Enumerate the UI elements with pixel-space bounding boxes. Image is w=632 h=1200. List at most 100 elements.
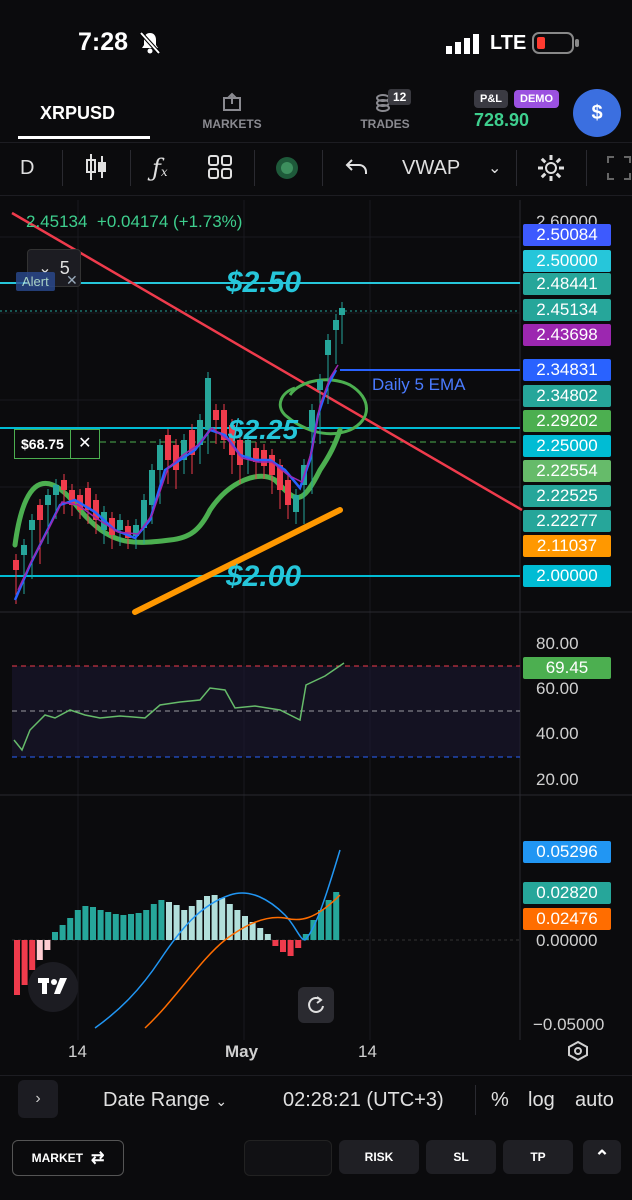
price-level-label: 2.43698 xyxy=(523,324,611,346)
silent-bell-icon xyxy=(138,30,162,61)
trades-label: TRADES xyxy=(360,117,410,131)
macd-histogram-bar xyxy=(105,912,112,940)
annotation-level-200: $2.00 xyxy=(226,560,302,593)
macd-histogram-bar xyxy=(67,918,74,940)
candle-body xyxy=(13,560,19,570)
undo-icon[interactable] xyxy=(344,156,370,184)
position-close-icon[interactable]: ✕ xyxy=(69,430,99,458)
price-level-label: 2.50000 xyxy=(523,250,611,272)
percent-toggle[interactable]: % xyxy=(491,1089,509,1112)
signal-icon xyxy=(446,34,480,59)
time-axis-settings-icon[interactable] xyxy=(566,1040,590,1067)
candle-body xyxy=(339,308,345,315)
price-level-label: 2.50084 xyxy=(523,224,611,246)
deposit-button[interactable]: $ xyxy=(573,89,621,137)
pnl-pill[interactable]: P&L xyxy=(474,90,508,108)
settings-gear-icon[interactable] xyxy=(536,153,566,189)
macd-histogram-bar xyxy=(150,904,157,940)
macd-histogram-bar xyxy=(90,907,96,940)
candle-body xyxy=(293,495,299,512)
layouts-icon[interactable] xyxy=(207,154,233,186)
chevron-up-icon[interactable]: ⌃ xyxy=(583,1140,621,1174)
macd-zero-tick: 0.00000 xyxy=(536,931,598,950)
macd-histogram-bar xyxy=(287,940,294,956)
stop-loss-button[interactable]: SL xyxy=(426,1140,496,1174)
candle-body xyxy=(149,470,155,505)
macd-histogram-bar xyxy=(21,940,28,985)
chevron-down-icon[interactable]: ⌄ xyxy=(488,158,501,178)
annotation-ema-note: Daily 5 EMA xyxy=(372,375,466,394)
macd-histogram-bar xyxy=(135,913,142,940)
status-time: 7:28 xyxy=(78,28,129,56)
price-level-label: 2.22277 xyxy=(523,510,611,532)
price-level-label: 2.11037 xyxy=(523,535,611,557)
macd-histogram-bar xyxy=(128,914,134,940)
markets-icon xyxy=(223,92,241,111)
replay-dot-icon[interactable] xyxy=(275,156,299,186)
macd-histogram-bar xyxy=(295,940,302,948)
demo-pill: DEMO xyxy=(514,90,559,108)
position-pnl: $68.75 xyxy=(21,436,64,452)
market-order-button[interactable]: MARKET ⇄ xyxy=(12,1140,124,1176)
price-level-label: 2.45134 xyxy=(523,299,611,321)
candle-body xyxy=(61,480,67,490)
macd-histogram-bar xyxy=(82,906,89,940)
date-range-button[interactable]: Date Range ⌄ xyxy=(103,1089,227,1112)
macd-histogram-bar xyxy=(112,914,119,940)
position-label[interactable]: $68.75 ✕ xyxy=(14,429,100,459)
take-profit-button[interactable]: TP xyxy=(503,1140,573,1174)
candle-body xyxy=(45,495,51,505)
alert-label[interactable]: Alert xyxy=(16,272,55,291)
macd-histogram-bar xyxy=(29,940,36,970)
candle-body xyxy=(261,450,267,466)
candle-body xyxy=(21,545,27,555)
symbol-tab[interactable]: XRPUSD xyxy=(40,103,115,124)
reset-chart-button[interactable] xyxy=(298,987,334,1023)
price-level-label: 2.48441 xyxy=(523,273,611,295)
candle-body xyxy=(325,340,331,355)
order-input-field[interactable] xyxy=(244,1140,332,1176)
macd-histogram-bar xyxy=(52,932,58,940)
trades-count-badge: 12 xyxy=(388,89,412,105)
candle-body xyxy=(269,455,275,475)
battery-icon xyxy=(532,32,580,59)
expand-panel-button[interactable]: › xyxy=(18,1080,58,1118)
risk-button[interactable]: RISK xyxy=(339,1140,419,1174)
macd-label: 0.02820 xyxy=(523,882,611,904)
price-level-label: 2.34831 xyxy=(523,359,611,381)
candle-body xyxy=(317,380,323,390)
rsi-tick-80: 80.00 xyxy=(536,634,579,653)
candle-body xyxy=(117,520,123,530)
macd-histogram-bar xyxy=(204,896,210,940)
macd-histogram-bar xyxy=(59,925,66,940)
macd-histogram-bar xyxy=(257,928,264,940)
macd-histogram-bar xyxy=(264,934,271,940)
auto-toggle[interactable]: auto xyxy=(575,1089,614,1112)
macd-histogram-bar xyxy=(166,902,172,940)
indicator-selector[interactable]: VWAP xyxy=(402,157,460,180)
fullscreen-icon[interactable] xyxy=(606,155,632,187)
market-label: MARKET xyxy=(31,1151,83,1165)
time-axis-label: May xyxy=(225,1042,259,1061)
price-level-label: 2.22525 xyxy=(523,485,611,507)
price-level-label: 2.22554 xyxy=(523,460,611,482)
rsi-value-label: 69.45 xyxy=(523,657,611,679)
symbol-tab-indicator xyxy=(18,136,150,139)
log-toggle[interactable]: log xyxy=(528,1089,555,1112)
markets-tab[interactable]: MARKETS xyxy=(196,92,268,131)
clock-timezone[interactable]: 02:28:21 (UTC+3) xyxy=(283,1089,444,1112)
macd-histogram-bar xyxy=(234,910,241,940)
alert-close-icon[interactable]: ✕ xyxy=(66,272,78,289)
rsi-tick-20: 20.00 xyxy=(536,770,579,789)
price-level-label: 2.00000 xyxy=(523,565,611,587)
macd-histogram-bar xyxy=(74,910,81,940)
indicators-icon[interactable]: ƒx xyxy=(152,154,168,182)
macd-histogram-bar xyxy=(196,900,203,940)
candle-body xyxy=(165,435,171,460)
price-level-label: 2.29202 xyxy=(523,410,611,432)
interval-button[interactable]: D xyxy=(20,157,34,180)
macd-bottom-tick: −0.05000 xyxy=(533,1015,605,1034)
rsi-tick-60: 60.00 xyxy=(536,679,579,698)
candle-type-icon[interactable] xyxy=(84,152,108,188)
candle-body xyxy=(157,445,163,470)
